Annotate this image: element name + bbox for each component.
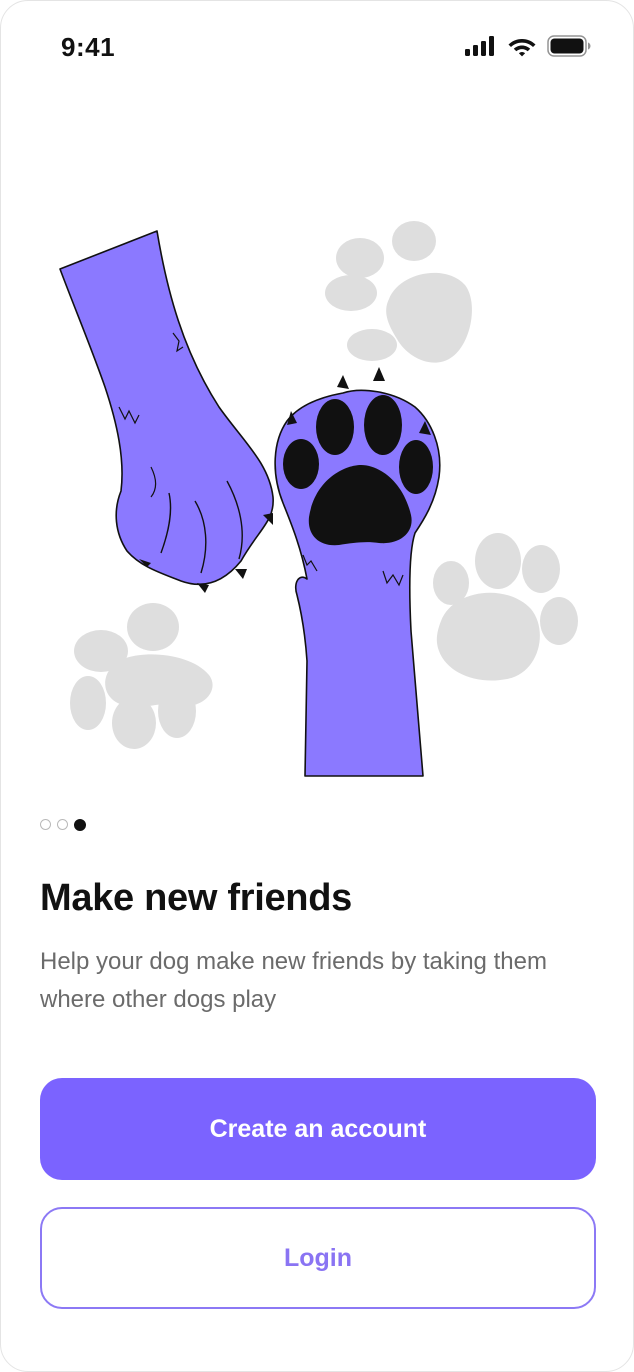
dog-leg-right (274, 367, 441, 777)
page-description: Help your dog make new friends by taking… (40, 948, 547, 1013)
paw-print-icon (325, 221, 472, 363)
wifi-icon (508, 39, 536, 57)
paw-print-icon (433, 533, 578, 681)
dog-paws-illustration (59, 221, 578, 777)
page-dot-active[interactable] (74, 818, 86, 831)
status-time: 9:41 (61, 32, 116, 62)
signal-icon (465, 36, 494, 56)
page-dot[interactable] (40, 819, 51, 830)
dog-leg-left (59, 230, 274, 593)
onboarding-screen: 9:41 Make new friends Help your dog make… (0, 0, 634, 1372)
page-indicator (40, 818, 86, 831)
status-bar: 9:41 (1, 1, 633, 97)
login-button[interactable]: Login (40, 1207, 596, 1309)
create-account-button[interactable]: Create an account (40, 1078, 596, 1180)
page-dot[interactable] (57, 819, 68, 830)
paw-print-icon (70, 603, 213, 749)
status-icons (465, 35, 591, 57)
page-title: Make new friends (40, 877, 352, 919)
battery-icon (547, 35, 591, 57)
